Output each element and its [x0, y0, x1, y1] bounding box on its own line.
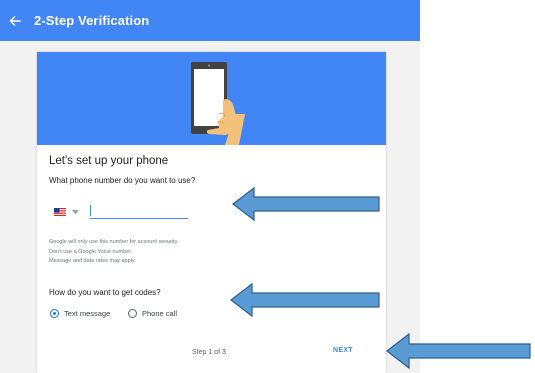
hero-banner [37, 52, 386, 145]
phone-question: What phone number do you want to use? [49, 176, 196, 185]
phone-number-input[interactable] [90, 203, 188, 219]
arrow-left-icon[interactable] [9, 15, 21, 27]
info-line: Message and data rates may apply. [49, 258, 136, 264]
radio-text-message[interactable]: Text message [50, 307, 110, 319]
radio-selected-icon[interactable] [50, 308, 59, 318]
phone-info-text: Google will only use this number for acc… [49, 238, 179, 267]
phone-illustration [191, 62, 245, 145]
step-indicator: Step 1 of 3 [192, 349, 226, 356]
text-cursor [90, 205, 91, 216]
info-line: Google will only use this number for acc… [49, 239, 179, 245]
us-flag-icon [54, 208, 66, 216]
page-title: 2-Step Verification [34, 13, 150, 28]
radio-unselected-icon[interactable] [128, 308, 137, 318]
chevron-down-icon [72, 209, 79, 214]
next-button[interactable]: NEXT [333, 347, 353, 354]
app-bar: 2-Step Verification [0, 0, 420, 41]
card-title: Let's set up your phone [49, 155, 169, 167]
radio-label: Phone call [142, 308, 178, 318]
info-line: Don't use a Google Voice number. [49, 248, 133, 255]
annotation-arrow-left-icon [386, 332, 531, 370]
annotation-arrow-left-icon [230, 282, 380, 318]
radio-phone-call[interactable]: Phone call [128, 307, 177, 319]
radio-label: Text message [64, 308, 111, 318]
country-selector[interactable] [54, 206, 82, 218]
codes-question: How do you want to get codes? [49, 288, 161, 297]
annotation-arrow-left-icon [232, 186, 380, 222]
